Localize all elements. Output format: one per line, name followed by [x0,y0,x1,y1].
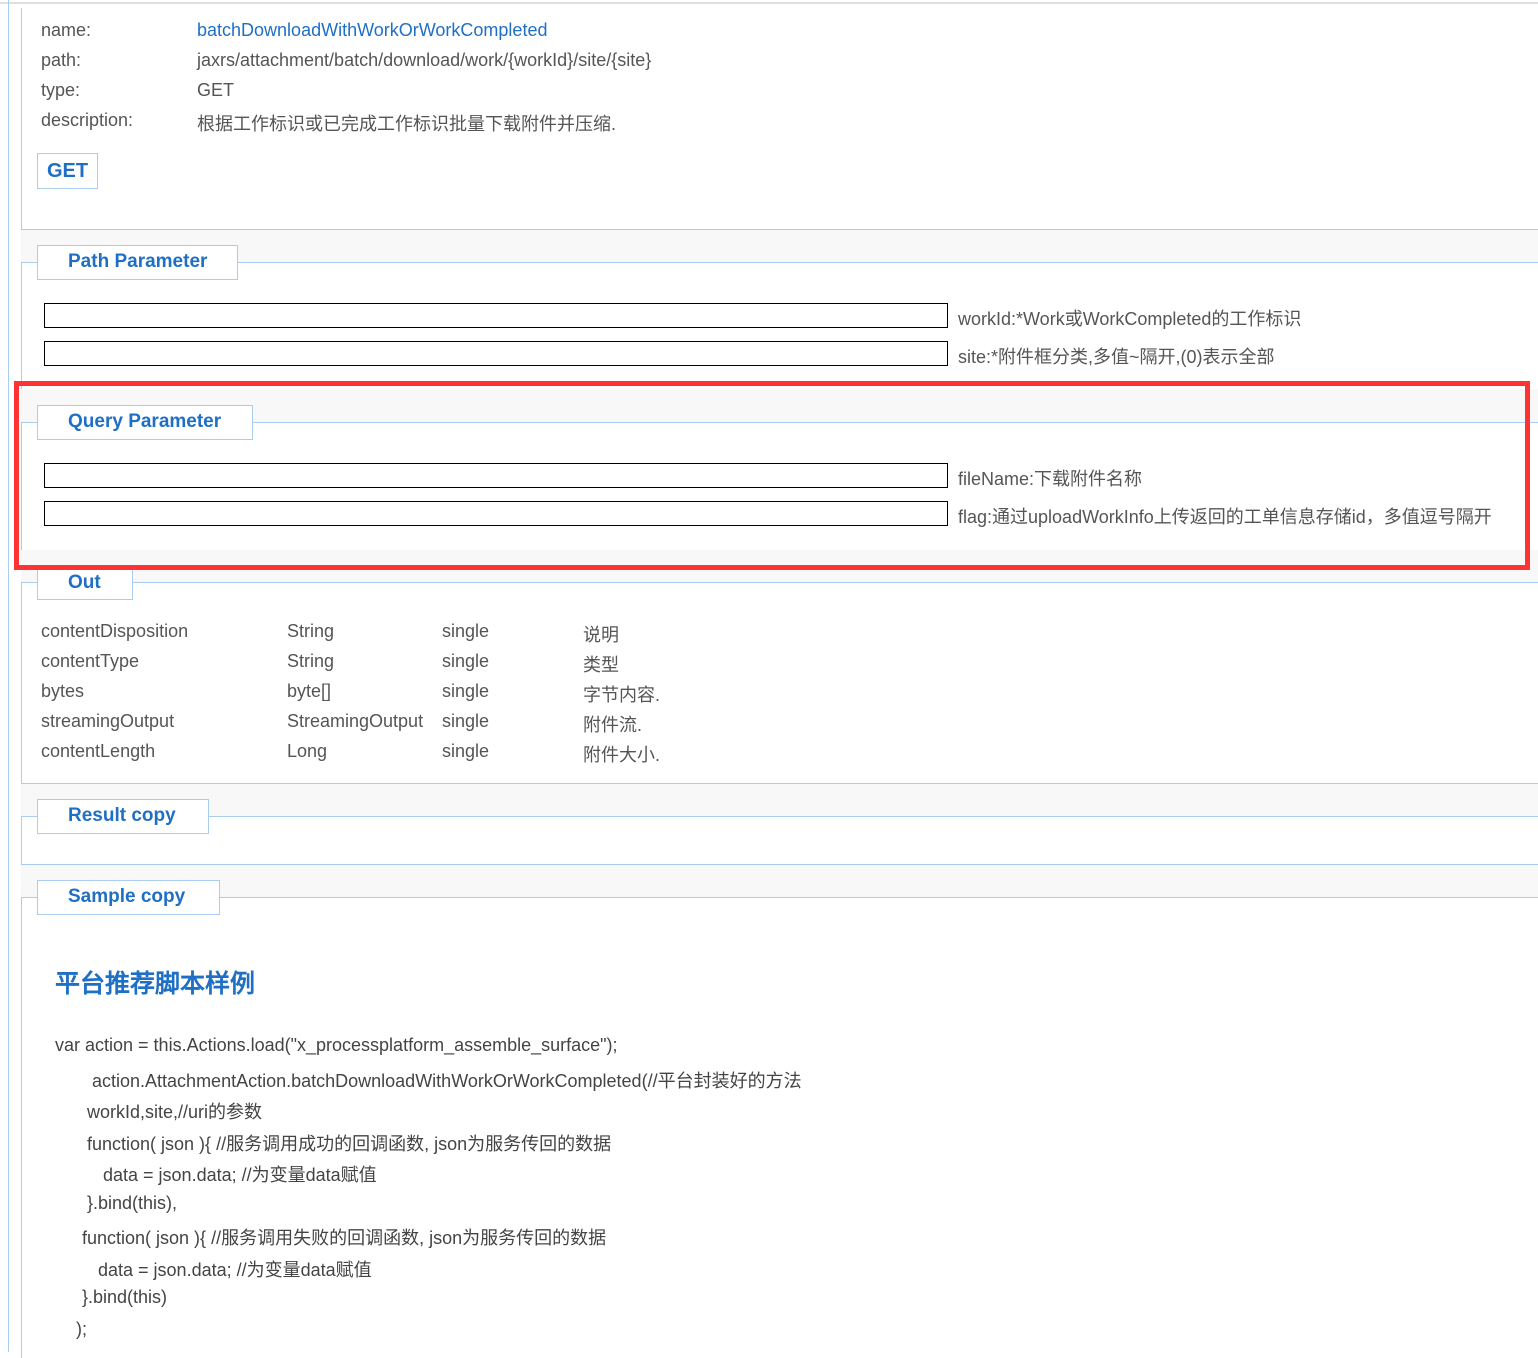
code-line: }.bind(this) [82,1287,168,1307]
out-field-description: 字节内容. [583,685,661,705]
api-name: batchDownloadWithWorkOrWorkCompleted [197,20,548,40]
out-field-multiplicity: single [442,621,490,641]
out-field-name: bytes [41,681,85,701]
out-field-name: contentDisposition [41,621,189,641]
path-label: path: [41,50,82,70]
out-field-type: Long [287,741,328,761]
api-description: 根据工作标识或已完成工作标识批量下载附件并压缩. [197,114,616,134]
type-label: type: [41,80,81,100]
workid-label: workId:*Work或WorkCompleted的工作标识 [958,309,1302,329]
code-line: var action = this.Actions.load("x_proces… [55,1035,618,1055]
out-section [21,582,1538,784]
highlight-box [14,381,1530,570]
out-field-name: streamingOutput [41,711,175,731]
out-field-description: 附件大小. [583,745,661,765]
site-label: site:*附件框分类,多值~隔开,(0)表示全部 [958,347,1275,367]
out-field-multiplicity: single [442,681,490,701]
out-field-name: contentLength [41,741,156,761]
description-label: description: [41,110,134,130]
path-parameter-title: Path Parameter [37,245,238,280]
result-section [21,816,1538,865]
section-gap [21,784,1538,816]
section-gap [21,230,1538,262]
code-line: ); [76,1318,87,1339]
api-path: jaxrs/attachment/batch/download/work/{wo… [197,50,652,70]
code-line: data = json.data; //为变量data赋值 [103,1165,377,1185]
out-field-multiplicity: single [442,711,490,731]
workid-input[interactable] [44,303,948,328]
top-divider [0,2,1538,4]
out-field-type: String [287,621,335,641]
result-copy-title[interactable]: Result copy [37,799,209,834]
out-field-multiplicity: single [442,741,490,761]
out-field-type: StreamingOutput [287,711,424,731]
code-line: action.AttachmentAction.batchDownloadWit… [92,1070,802,1091]
outer-border [8,0,9,1352]
code-line: data = json.data; //为变量data赋值 [98,1259,372,1280]
section-gap [21,865,1538,897]
api-type: GET [197,80,235,100]
out-field-description: 说明 [583,625,619,645]
site-input[interactable] [44,341,948,366]
code-line: function( json ){ //服务调用成功的回调函数, json为服务… [87,1133,612,1154]
out-field-name: contentType [41,651,140,671]
code-line: function( json ){ //服务调用失败的回调函数, json为服务… [82,1228,607,1248]
out-field-type: String [287,651,335,671]
sample-heading: 平台推荐脚本样例 [55,970,256,998]
sample-copy-title[interactable]: Sample copy [37,880,220,915]
out-field-description: 类型 [583,655,619,675]
out-title: Out [37,566,133,600]
code-line: }.bind(this), [87,1192,178,1213]
out-field-type: byte[] [287,681,332,701]
get-button[interactable]: GET [37,153,98,189]
out-field-description: 附件流. [583,715,643,735]
code-line: workId,site,//uri的参数 [87,1102,263,1122]
name-label: name: [41,20,92,40]
out-field-multiplicity: single [442,651,490,671]
